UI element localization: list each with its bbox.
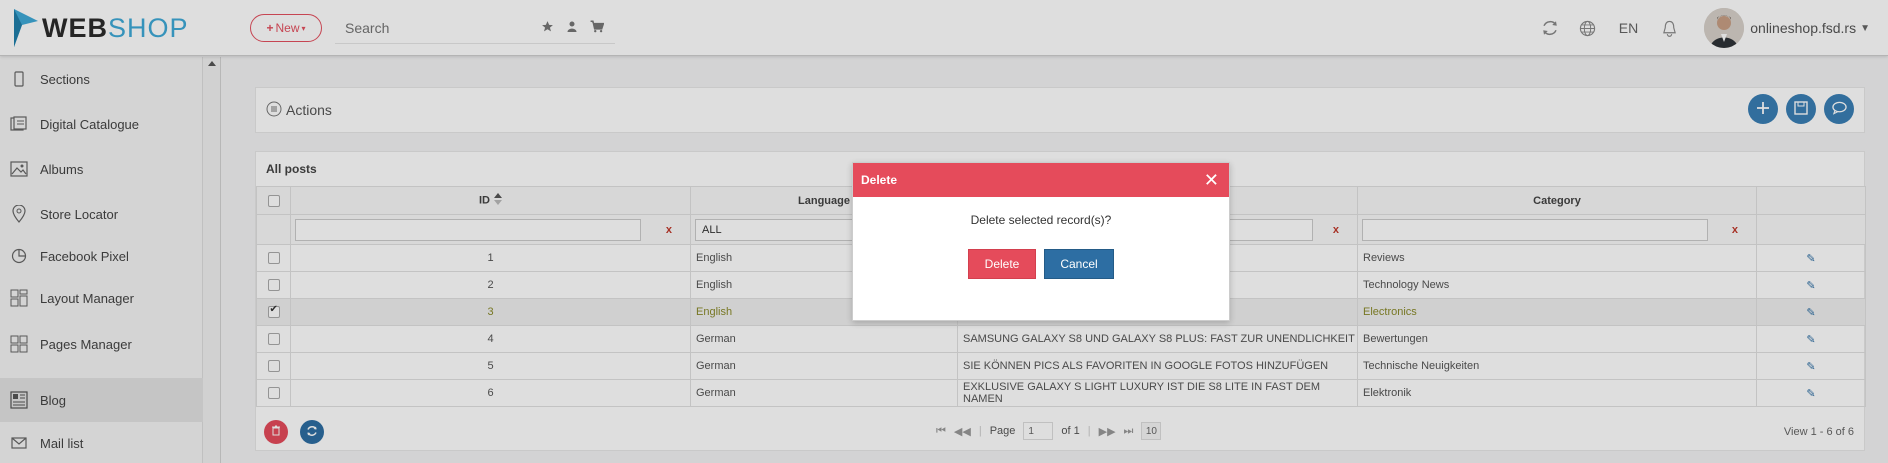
delete-dialog: Delete ✕ Delete selected record(s)? Dele…	[852, 162, 1230, 321]
confirm-delete-button[interactable]: Delete	[968, 249, 1036, 279]
dialog-title: Delete	[861, 173, 898, 187]
cancel-button[interactable]: Cancel	[1044, 249, 1114, 279]
close-icon[interactable]: ✕	[1204, 170, 1219, 191]
dialog-header: Delete ✕	[853, 163, 1229, 197]
dialog-message: Delete selected record(s)?	[970, 213, 1112, 227]
